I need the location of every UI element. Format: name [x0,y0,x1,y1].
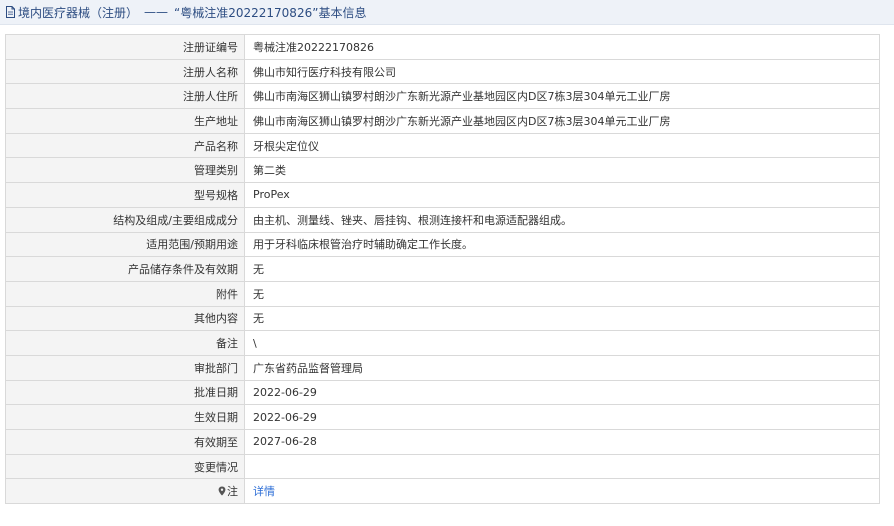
row-label: 型号规格 [5,182,245,208]
info-table: 注册证编号 粤械注准20222170826 注册人名称 佛山市知行医疗科技有限公司 注册… [5,34,880,505]
header-suffix: 基本信息 [318,5,367,20]
note-label: 注 [227,485,238,499]
table-row: 其他内容无 [5,305,880,332]
row-label: 备注 [5,330,245,356]
table-row: 适用范围/预期用途 用于牙科临床根管治疗时辅助确定工作长度。 [5,231,880,258]
pin-icon [218,486,226,496]
row-value: 佛山市南海区狮山镇罗村朗沙广东新光源产业基地园区内D区7栋3层304单元工业厂房 [244,83,880,110]
header-category: 境内医疗器械（注册） [18,5,139,20]
header-quoted-id: “粤械注准20222170826” [174,5,319,20]
table-row: 备注 \ [5,330,880,356]
row-value: 由主机、测量线、锉夹、唇挂钩、根测连接杆和电源适配器组成。 [244,206,880,233]
row-label: 产品名称 [5,132,245,159]
table-row: 结构及组成/主要组成成分 由主机、测量线、锉夹、唇挂钩、根测连接杆和电源适配器组成… [5,206,880,233]
row-value: 牙根尖定位仪 [244,132,880,159]
header-separator: —— [144,5,169,19]
row-label: 变更情况 [5,453,245,480]
row-label: 适用范围/预期用途 [5,231,245,258]
page-header: 境内医疗器械（注册） —— “粤械注准20222170826” 基本信息 [0,0,894,25]
row-value: 无 [244,280,880,307]
row-value: \ [244,330,880,356]
row-label: 审批部门 [5,354,245,381]
row-value: 详情 [244,478,880,505]
table-row: 注 详情 [5,478,880,505]
table-row: 审批部门 广东省药品监督管理局 [5,354,880,381]
row-label: 注册人住所 [5,83,245,110]
row-value: 2022-06-29 [244,404,880,430]
row-value: 用于牙科临床根管治疗时辅助确定工作长度。 [244,231,880,258]
row-label: 批准日期 [5,379,245,406]
table-row: 管理类别 第二类 [5,157,880,184]
document-icon [6,6,15,18]
row-label: 附件 [5,280,245,307]
row-label: 生产地址 [5,108,245,134]
table-row: 注册人住所 佛山市南海区狮山镇罗村朗沙广东新光源产业基地园区内D区7栋3层304单… [5,83,880,110]
table-row: 生产地址 佛山市南海区狮山镇罗村朗沙广东新光源产业基地园区内D区7栋3层304单元… [5,108,880,134]
row-label: 注册人名称 [5,58,245,85]
row-label: 注 [5,478,245,505]
row-value: 粤械注准20222170826 [244,34,880,60]
row-value: 2027-06-28 [244,429,880,455]
table-row: 生效日期 2022-06-29 [5,404,880,430]
info-table-body: 注册证编号 粤械注准20222170826 注册人名称 佛山市知行医疗科技有限公司 注册… [5,34,880,480]
table-row: 有效期至 2027-06-28 [5,429,880,455]
table-row: 注册证编号 粤械注准20222170826 [5,34,880,60]
row-value: 佛山市知行医疗科技有限公司 [244,58,880,85]
row-value: ProPex [244,182,880,208]
table-row: 产品名称 牙根尖定位仪 [5,132,880,159]
row-label: 结构及组成/主要组成成分 [5,206,245,233]
row-label: 注册证编号 [5,34,245,60]
row-label: 生效日期 [5,404,245,430]
table-row: 附件无 [5,280,880,307]
row-value [244,453,880,480]
table-row: 注册人名称 佛山市知行医疗科技有限公司 [5,58,880,85]
detail-link[interactable]: 详情 [253,485,275,498]
row-value: 第二类 [244,157,880,184]
table-row: 批准日期 2022-06-29 [5,379,880,406]
row-label: 管理类别 [5,157,245,184]
row-value: 无 [244,256,880,282]
row-value: 佛山市南海区狮山镇罗村朗沙广东新光源产业基地园区内D区7栋3层304单元工业厂房 [244,108,880,134]
table-row: 产品储存条件及有效期无 [5,256,880,282]
row-label: 其他内容 [5,305,245,332]
row-label: 有效期至 [5,429,245,455]
row-value: 广东省药品监督管理局 [244,354,880,381]
row-label: 产品储存条件及有效期 [5,256,245,282]
table-row: 变更情况 [5,453,880,480]
row-value: 2022-06-29 [244,379,880,406]
table-row: 型号规格 ProPex [5,182,880,208]
row-value: 无 [244,305,880,332]
